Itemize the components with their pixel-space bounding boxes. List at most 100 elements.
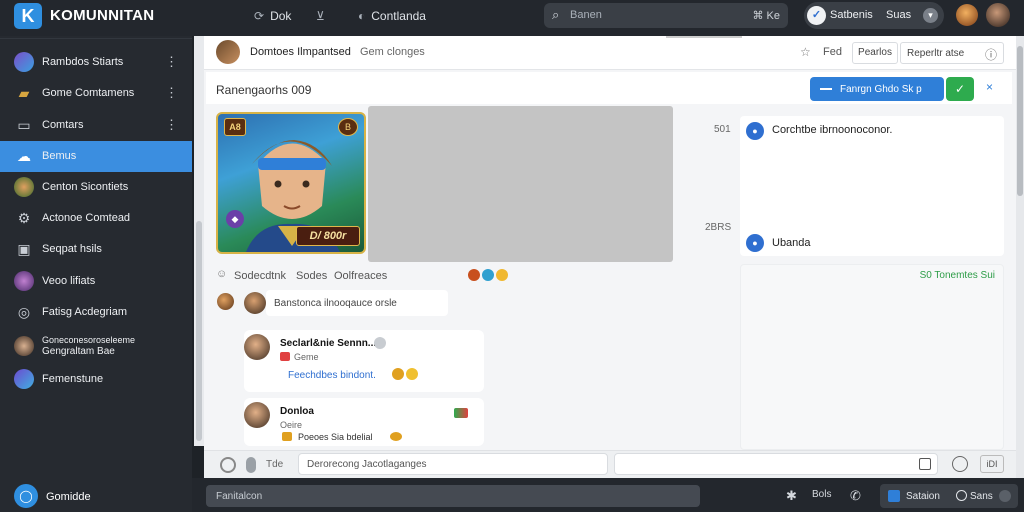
sidebar-item-femenstune[interactable]: Femenstune — [0, 364, 192, 395]
star-icon[interactable]: ☆ — [800, 45, 811, 59]
sidebar-item-label: Goneconesoroseleeme Gengraltam Bae — [42, 335, 135, 357]
avatar[interactable] — [217, 293, 234, 310]
panel-header: Ranengaorhs 009 Fanrgn Ghdo Sk p ✓ × — [206, 72, 1012, 104]
sidebar-item-comtars[interactable]: ▭ Comtars ⋮ — [0, 110, 192, 141]
topnav-item-contlanda[interactable]: ◐ Contlanda — [358, 9, 426, 23]
confirm-button[interactable]: ✓ — [946, 77, 974, 101]
report-dropdown[interactable]: Reperltr atse ⓘ — [900, 42, 1004, 64]
attach-icon[interactable] — [220, 457, 236, 473]
message-text[interactable]: Feechdbes bindont. — [288, 370, 376, 381]
timestamp: 2BRS — [705, 222, 732, 233]
activity-text[interactable]: Corchtbe ibrnoonoconor. — [772, 124, 892, 136]
find-label[interactable]: Fed — [823, 46, 842, 58]
message-sub: Geme — [294, 352, 319, 362]
message-text[interactable]: Poeoes Sia bdelial — [298, 432, 373, 442]
sidebar-item-label: Actonoe Comtead — [42, 212, 131, 224]
avatar[interactable] — [244, 292, 266, 314]
sidebar-item-label: Veoo lifiats — [42, 275, 96, 287]
primary-action-label: Fanrgn Ghdo Sk p — [840, 84, 922, 95]
price-tag: D/ 800r — [296, 226, 360, 246]
topnav-label: Contlanda — [371, 9, 426, 23]
sidebar-item-label: Rambdos Stiarts — [42, 56, 124, 68]
message-card[interactable]: Seclarl&nie Sennn... Geme Feechdbes bind… — [244, 330, 484, 392]
sidebar-item-fatisg[interactable]: ◎ Fatisg Acdegriam — [0, 297, 192, 328]
emoji-icon[interactable] — [496, 269, 508, 281]
format-button[interactable]: iDI — [980, 455, 1004, 473]
sidebar-item-seqpat[interactable]: ▣ Seqpat hsils — [0, 234, 192, 265]
reaction-label[interactable]: Oolfreaces — [334, 270, 387, 282]
emoji-icon[interactable] — [468, 269, 480, 281]
profile-avatar[interactable] — [986, 3, 1010, 27]
timestamp: 501 — [714, 124, 731, 135]
emoji-add-icon[interactable]: ☺ — [216, 268, 227, 280]
sidebar-item-gome[interactable]: ▰ Gome Comtamens ⋮ — [0, 78, 192, 109]
bottom-input-placeholder: Fanitalcon — [216, 491, 263, 502]
sidebar-item-label: Comtars — [42, 119, 84, 131]
cloud-icon: ☁ — [17, 148, 31, 164]
reply-placeholder: Banstonca ilnooqauce orsle — [274, 298, 397, 309]
chip-label: Sataion — [906, 491, 940, 502]
footer-label: Gomidde — [46, 491, 91, 503]
secondary-input[interactable] — [614, 453, 938, 475]
split-icon[interactable]: ⊻ — [316, 9, 325, 23]
checkbox-icon — [888, 490, 900, 502]
primary-action-button[interactable]: Fanrgn Ghdo Sk p — [810, 77, 944, 101]
sidebar-item-rambdos[interactable]: Rambdos Stiarts ⋮ — [0, 47, 192, 78]
message-card[interactable]: Donloa Oeire Poeoes Sia bdelial — [244, 398, 484, 446]
sidebar-item-actonoe[interactable]: ⚙ Actonoe Comtead — [0, 203, 192, 234]
user-icon: ● — [746, 122, 764, 140]
sidebar-item-veoo[interactable]: Veoo lifiats — [0, 266, 192, 297]
channel-subtitle[interactable]: Gem clonges — [360, 46, 425, 58]
user-name: Satbenis — [830, 9, 873, 21]
people-button[interactable]: Pearlos — [852, 42, 898, 64]
avatar-icon — [14, 336, 34, 356]
mic-icon[interactable] — [246, 457, 256, 473]
reply-input[interactable]: Banstonca ilnooqauce orsle — [266, 290, 448, 316]
flag-icon — [280, 352, 290, 361]
search-input[interactable]: ⌕ Banen ⌘ Ke — [544, 3, 788, 28]
image-icon[interactable] — [919, 458, 931, 470]
user-icon: ● — [746, 234, 764, 252]
call-icon[interactable]: ✆ — [850, 488, 861, 504]
user-status-pill[interactable]: ✓ Satbenis Suas ▾ — [804, 2, 944, 29]
avatar[interactable] — [244, 334, 270, 360]
avatar-icon — [14, 52, 34, 72]
sidebar-item-bemus[interactable]: ☁ Bemus — [0, 141, 192, 172]
main-scrollbar[interactable] — [1016, 36, 1024, 478]
emoji-icon[interactable] — [482, 269, 494, 281]
info-icon: ⓘ — [984, 48, 997, 62]
scroll-thumb[interactable] — [196, 221, 202, 441]
reaction-label[interactable]: Sodes — [296, 270, 327, 282]
topnav-item-dok[interactable]: ⟳ Dok — [254, 9, 291, 23]
check-icon: ✓ — [807, 6, 826, 25]
more-icon[interactable]: ⋮ — [165, 117, 178, 133]
sidebar-item-centon[interactable]: Centon Sicontiets — [0, 172, 192, 203]
avatar[interactable] — [956, 4, 978, 26]
more-icon[interactable]: ⋮ — [165, 85, 178, 101]
settings-icon[interactable]: ✱ — [786, 488, 797, 504]
sidebar-item-label: Gome Comtamens — [42, 87, 135, 99]
avatar[interactable] — [244, 402, 270, 428]
sidebar-footer-button[interactable]: ◯ Gomidde — [0, 482, 192, 512]
sidebar-scrollbar[interactable] — [194, 36, 204, 446]
emoji-picker-icon[interactable] — [952, 456, 968, 472]
globe-icon: ◎ — [17, 304, 31, 320]
more-icon[interactable]: ⋮ — [165, 54, 178, 70]
message-input[interactable]: Derorecong Jacotlaganges — [298, 453, 608, 475]
bottom-input[interactable]: Fanitalcon — [206, 485, 700, 507]
reaction-label[interactable]: Sodecdtnk — [234, 270, 286, 282]
divider — [0, 38, 192, 39]
close-icon[interactable]: × — [986, 80, 993, 94]
chevron-icon — [999, 490, 1011, 502]
media-preview-placeholder[interactable] — [368, 106, 673, 262]
app-title: KOMUNNITAN — [50, 7, 155, 24]
app-logo-icon[interactable]: K — [14, 3, 42, 29]
bottom-label[interactable]: Bols — [812, 489, 831, 500]
channel-avatar[interactable] — [216, 40, 240, 64]
status-chip[interactable]: Sataion Sans — [880, 484, 1018, 508]
sidebar-item-gonecon[interactable]: Goneconesoroseleeme Gengraltam Bae — [0, 331, 192, 362]
avatar-icon — [14, 271, 34, 291]
scroll-thumb[interactable] — [1017, 46, 1023, 196]
activity-text[interactable]: Ubanda — [772, 237, 811, 249]
game-card-image[interactable]: A8 B ◆ D/ 800r — [216, 112, 366, 254]
